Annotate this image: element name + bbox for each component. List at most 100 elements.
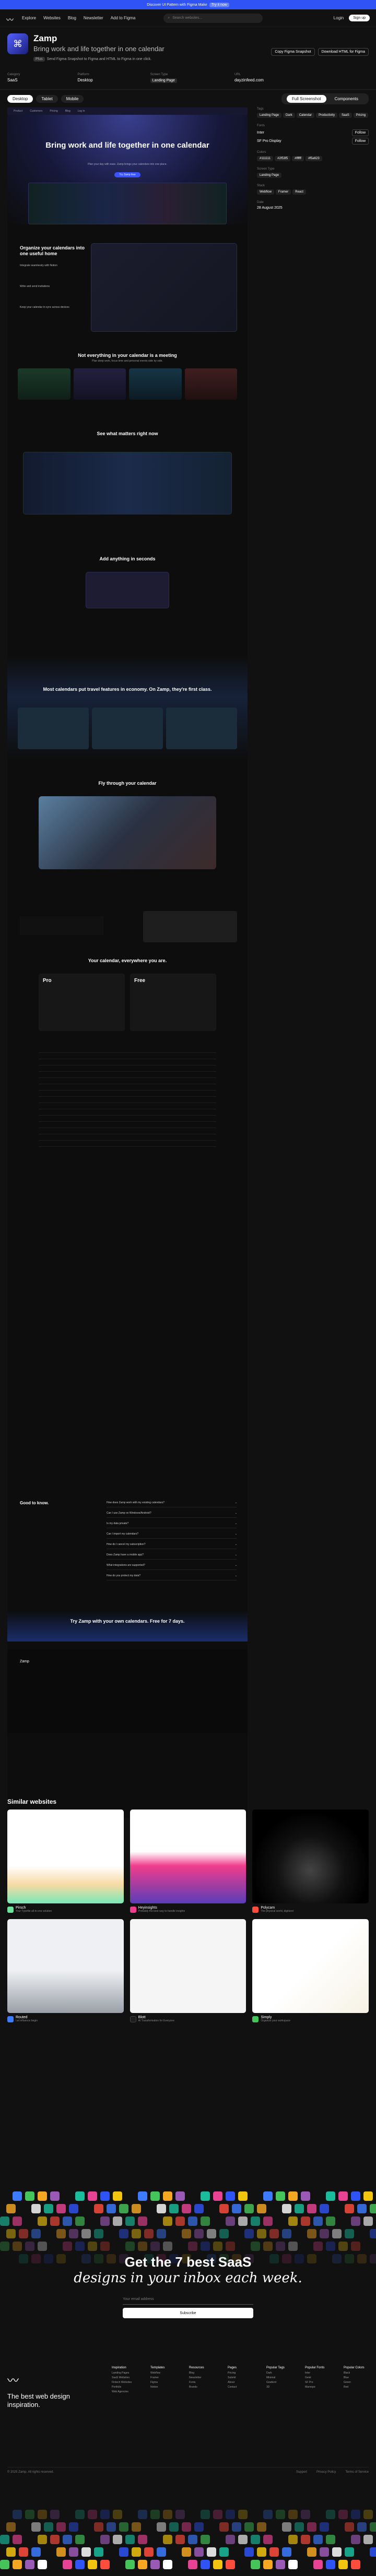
tag-chip[interactable]: Landing Page [257,113,282,118]
footer-link[interactable]: Dark [266,2371,296,2375]
footer-link[interactable]: Privacy Policy [316,2471,336,2474]
nav-newsletter[interactable]: Newsletter [84,16,103,20]
footer-link[interactable]: Geist [305,2376,334,2379]
color-chip[interactable]: #111111 [257,156,274,161]
similar-card[interactable]: Simply Organize your workspace [252,1919,369,2022]
footer-link[interactable]: Terms of Service [345,2471,369,2474]
s4-title: See what matters right now [97,431,158,436]
footer-link[interactable]: Newsletter [189,2376,218,2379]
screen-type-chip[interactable]: Landing Page [257,173,282,178]
footer-link[interactable]: Webflow [150,2371,180,2375]
app-logo-icon [150,2191,160,2201]
footer-link[interactable]: About [228,2381,257,2384]
similar-name[interactable]: Heyinsights [138,1906,185,1910]
footer-link[interactable]: SF Pro [305,2381,334,2384]
nav-explore[interactable]: Explore [22,16,36,20]
site-screenshot[interactable]: Product Customers Pricing Blog Log in Br… [7,107,248,1818]
similar-card[interactable]: Polycam The physical world, digitized [252,1810,369,1913]
tag-chip[interactable]: Calendar [296,113,315,118]
brand-logo-icon[interactable]: 〰 [6,15,15,24]
tab-full-screenshot[interactable]: Full Screenshot [287,94,326,103]
announcement-banner[interactable]: Discover UI Pattern with Figma Make Try … [0,0,376,9]
stack-chip[interactable]: React [292,189,306,195]
signup-button[interactable]: Sign up [349,15,370,21]
footer-link[interactable]: SaaS Websites [112,2376,141,2379]
follow-button[interactable]: Follow [351,129,369,136]
footer-link[interactable]: Figma [150,2381,180,2384]
similar-thumbnail[interactable] [7,1810,124,1903]
tag-chip[interactable]: Productivity [316,113,338,118]
chevron-down-icon: ⌄ [234,1543,237,1546]
tag-chip[interactable]: Pricing [353,113,369,118]
footer-link[interactable]: Contact [228,2386,257,2389]
nav-websites[interactable]: Websites [43,16,61,20]
follow-button[interactable]: Follow [351,138,369,145]
similar-thumbnail[interactable] [130,1810,246,1903]
footer-link[interactable]: Portfolio [112,2386,141,2389]
copy-figma-button[interactable]: Copy Figma Snapshot [271,48,315,56]
app-logo-icon [201,2191,210,2201]
footer-link[interactable]: Gradient [266,2381,296,2384]
newsletter-email-input[interactable]: Your email address [123,2294,253,2305]
similar-thumbnail[interactable] [252,1810,369,1903]
font-name[interactable]: Inter [257,131,264,135]
footer-link[interactable]: Framer [150,2376,180,2379]
nav-blog[interactable]: Blog [68,16,76,20]
similar-name[interactable]: Pirsch [16,1906,52,1910]
footer-link[interactable]: 3D [266,2386,296,2389]
footer-link[interactable]: Notion [150,2386,180,2389]
footer-link[interactable]: Green [344,2381,373,2384]
app-logo-icon [100,2510,110,2519]
tab-desktop[interactable]: Desktop [7,94,33,103]
similar-name[interactable]: Polycam [261,1906,293,1910]
subscribe-button[interactable]: Subscribe [123,2308,253,2318]
similar-thumbnail[interactable] [252,1919,369,2013]
footer-link[interactable]: Blue [344,2376,373,2379]
table-row [39,1134,216,1141]
similar-card[interactable]: Blott AI Transformation for Everyone [130,1919,246,2022]
footer-link[interactable]: Web Agencies [112,2390,141,2393]
search-input[interactable]: ⌕ Search websites... [163,13,263,23]
url-value[interactable]: dayzinfeed.com [234,78,264,82]
download-html-button[interactable]: Download HTML for Figma [318,48,369,56]
similar-name[interactable]: Blott [138,2016,174,2019]
footer-link[interactable]: Support [296,2471,307,2474]
color-chip[interactable]: #ffffff [292,156,304,161]
stack-chip[interactable]: Framer [275,189,291,195]
app-logo-icon [351,2242,360,2251]
category-value[interactable]: SaaS [7,78,20,82]
footer-link[interactable]: Manrope [305,2386,334,2389]
similar-card[interactable]: Pirsch Your Typefile all-in-one solution [7,1810,124,1913]
login-link[interactable]: Login [334,16,344,20]
similar-thumbnail[interactable] [7,1919,124,2013]
footer-link[interactable]: Fonts [189,2381,218,2384]
similar-name[interactable]: Routed [16,2016,38,2019]
footer-link[interactable]: Inter [305,2371,334,2375]
similar-card[interactable]: Heyinsights Probably the best way to hand… [130,1810,246,1913]
footer-link[interactable]: Brands [189,2386,218,2389]
similar-name[interactable]: Simply [261,2016,290,2019]
color-chip[interactable]: #2f53f5 [275,156,291,161]
page-value[interactable]: Landing Page [150,78,177,83]
footer-link[interactable]: Red [344,2386,373,2389]
footer-link[interactable]: Submit [228,2376,257,2379]
footer-link[interactable]: Blog [189,2371,218,2375]
similar-thumbnail[interactable] [130,1919,246,2013]
font-name[interactable]: SF Pro Display [257,139,281,143]
banner-pill[interactable]: Try it now [209,2,229,7]
footer-link[interactable]: Minimal [266,2376,296,2379]
tag-chip[interactable]: Dark [283,113,295,118]
footer-link[interactable]: Fintech Websites [112,2381,141,2384]
nav-add-to-figma[interactable]: Add to Figma [111,16,136,20]
footer-link[interactable]: Landing Pages [112,2371,141,2375]
footer-logo-icon[interactable]: 〰 [7,2371,80,2388]
similar-card[interactable]: Routed Let influence begin [7,1919,124,2022]
footer-link[interactable]: Black [344,2371,373,2375]
tag-chip[interactable]: SaaS [339,113,352,118]
stack-chip[interactable]: Webflow [257,189,274,195]
color-chip[interactable]: #f5a623 [305,156,322,161]
tab-components[interactable]: Components [329,94,363,103]
tab-mobile[interactable]: Mobile [61,94,84,103]
footer-link[interactable]: Pricing [228,2371,257,2375]
tab-tablet[interactable]: Tablet [36,94,58,103]
